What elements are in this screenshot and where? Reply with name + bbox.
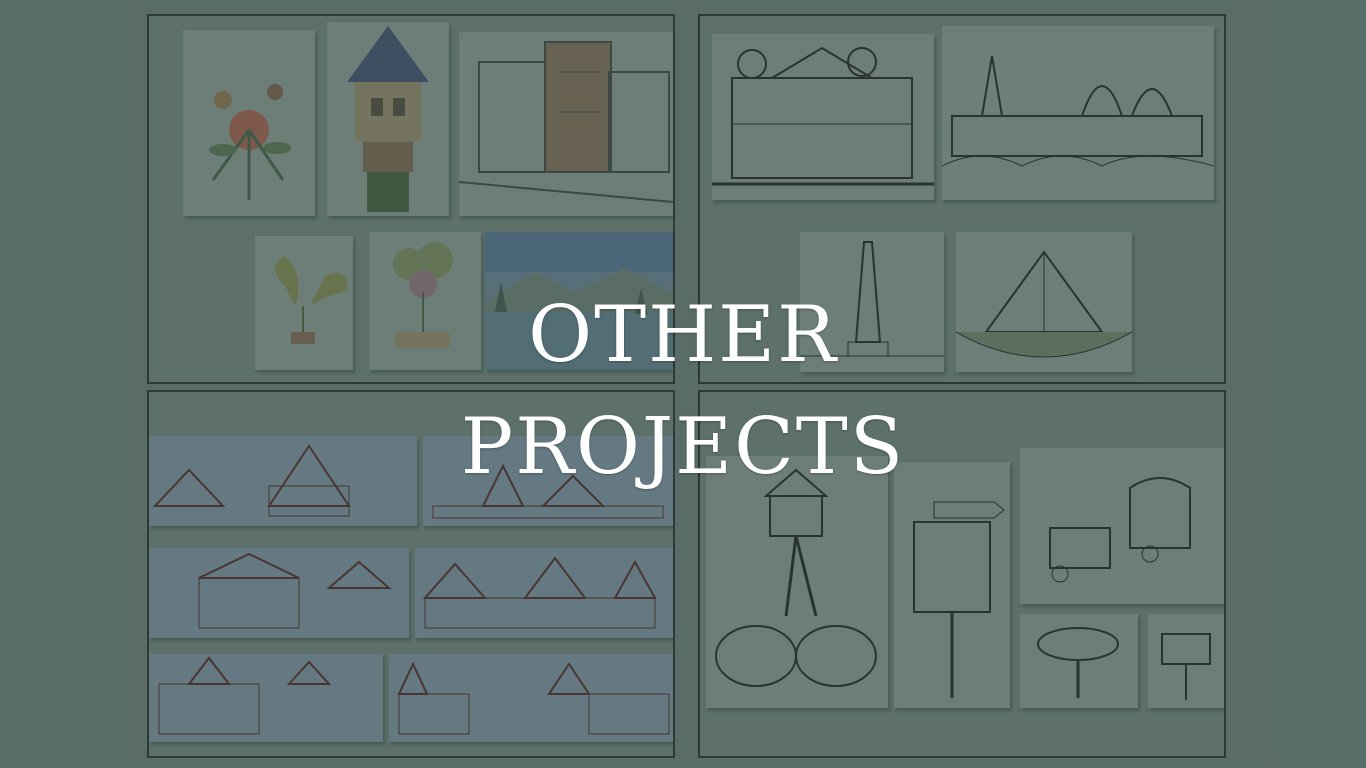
fairytale-tower-card <box>327 22 449 216</box>
mushroom-sign-sketch-card <box>1020 614 1138 708</box>
heading-line-2: PROJECTS <box>460 402 906 492</box>
treehouse-sketch-card <box>706 456 888 708</box>
elevation-row-3a-card <box>149 654 383 742</box>
domed-city-sketch-card <box>942 26 1214 200</box>
tour-safari-sign-sketch-card <box>1148 614 1224 708</box>
floral-bouquet-card <box>183 30 315 216</box>
elevation-row-2b-card <box>415 548 673 638</box>
signpost-sketch-card <box>894 462 1010 708</box>
palace-sketch-card <box>712 34 934 200</box>
heading-line-1: OTHER <box>528 290 838 380</box>
elevation-row-2a-card <box>149 548 409 638</box>
elevation-row-3b-card <box>389 654 673 742</box>
modern-house-card <box>459 32 673 216</box>
